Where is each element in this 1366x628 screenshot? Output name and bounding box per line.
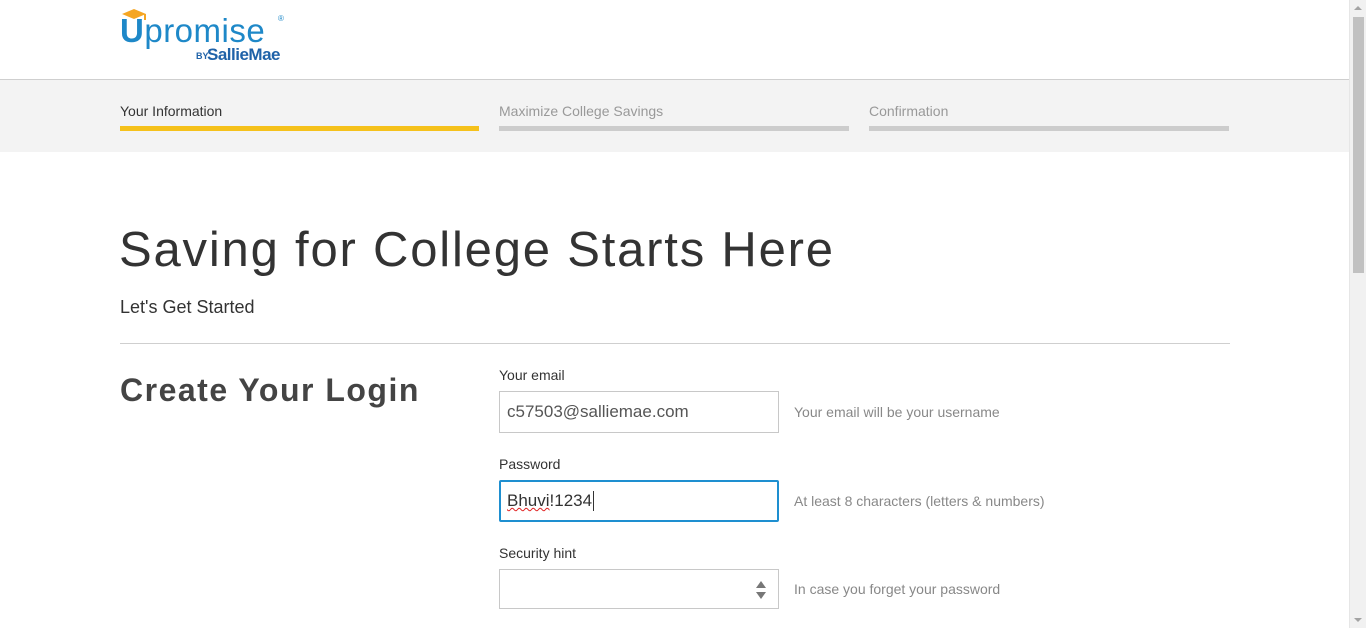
password-value-misspelled: Bhuvi	[507, 491, 550, 510]
email-hint: Your email will be your username	[794, 404, 1000, 420]
step-your-information: Your Information	[120, 102, 479, 132]
step-label: Your Information	[120, 103, 223, 119]
step-bar	[120, 126, 479, 131]
registered-mark: ®	[278, 14, 284, 23]
password-label: Password	[499, 456, 561, 472]
select-arrows-icon	[756, 581, 766, 599]
email-label: Your email	[499, 367, 565, 383]
step-maximize-college-savings: Maximize College Savings	[499, 102, 849, 132]
scroll-thumb[interactable]	[1353, 17, 1364, 273]
step-label: Maximize College Savings	[499, 103, 664, 119]
step-confirmation: Confirmation	[869, 102, 1229, 132]
progress-steps: Your Information Maximize College Saving…	[0, 80, 1349, 152]
scroll-down-arrow-icon[interactable]	[1354, 618, 1362, 622]
security-hint-label: Security hint	[499, 545, 577, 561]
scroll-up-arrow-icon[interactable]	[1354, 6, 1362, 10]
password-hint: At least 8 characters (letters & numbers…	[794, 493, 1045, 509]
logo-partner: SallieMae	[207, 45, 281, 64]
password-value: !1234	[549, 491, 593, 510]
vertical-scrollbar[interactable]	[1349, 0, 1366, 628]
security-hint-select[interactable]	[499, 569, 779, 609]
site-header: Upromise ® BY SallieMae	[0, 0, 1349, 80]
step-label: Confirmation	[869, 103, 949, 119]
step-bar	[869, 126, 1229, 131]
password-field[interactable]: Bhuvi !1234	[499, 480, 779, 522]
upromise-logo[interactable]: Upromise ® BY SallieMae	[120, 9, 290, 66]
page-subtitle: Let's Get Started	[120, 297, 255, 317]
section-title: Create Your Login	[120, 372, 420, 408]
page-title: Saving for College Starts Here	[119, 223, 835, 277]
step-bar	[499, 126, 849, 131]
divider	[120, 343, 1230, 344]
email-field[interactable]: c57503@salliemae.com	[499, 391, 779, 433]
security-hint-hint: In case you forget your password	[794, 581, 1001, 597]
email-value: c57503@salliemae.com	[507, 402, 689, 421]
text-caret	[593, 491, 595, 511]
